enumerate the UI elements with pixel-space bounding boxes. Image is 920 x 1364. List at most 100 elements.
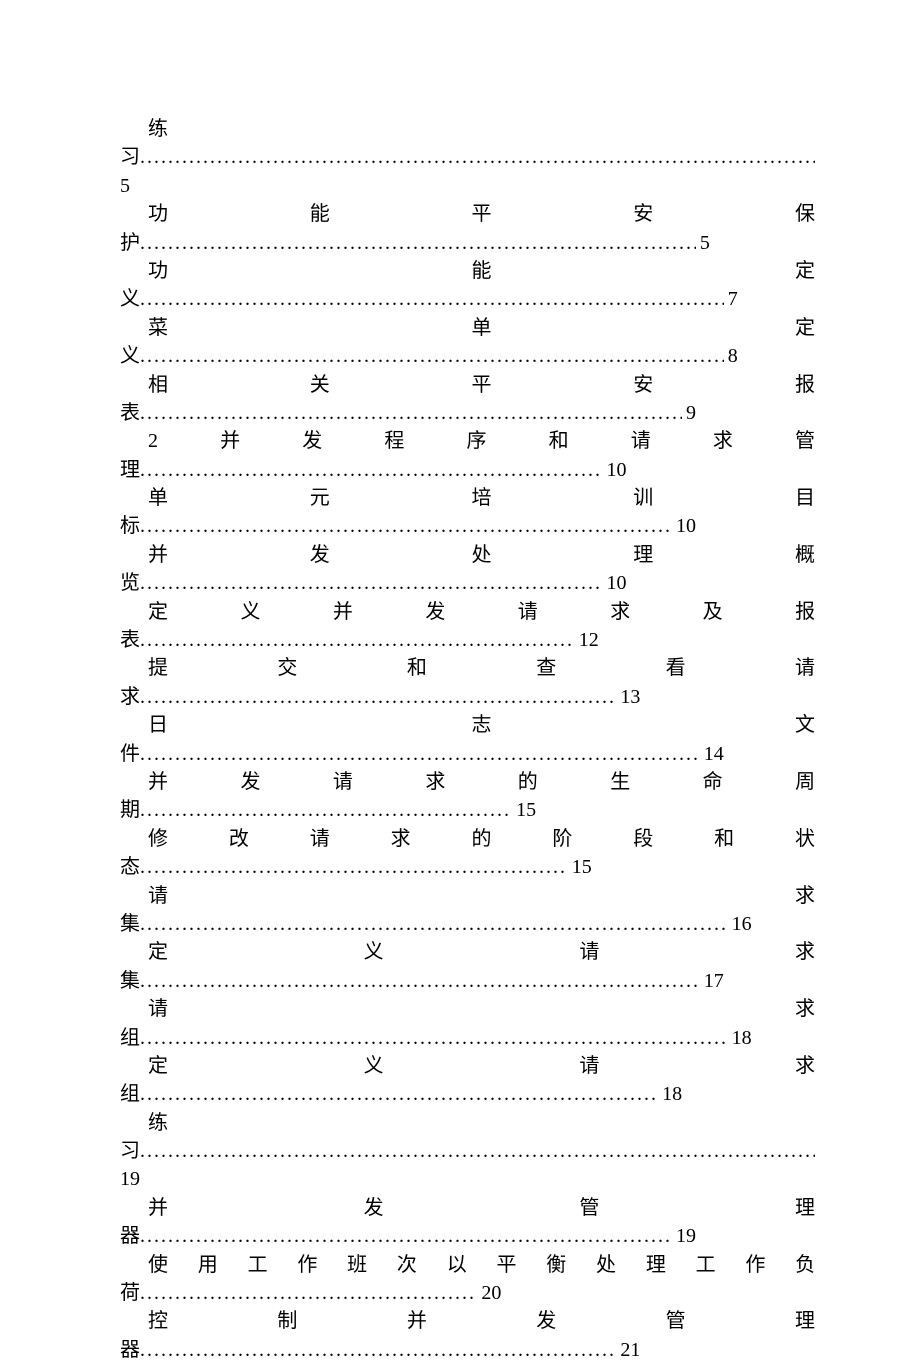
toc-char: 发: [302, 430, 384, 452]
toc-leader-wrap: ........................................…: [140, 342, 738, 370]
toc-entry-leader: 器 ......................................…: [120, 1336, 815, 1364]
toc-tail-char: 义: [120, 285, 140, 313]
toc-leader-wrap: ........................................…: [140, 967, 724, 995]
toc-char: 义: [364, 941, 580, 963]
toc-entry-title: 练: [120, 1109, 815, 1137]
toc-char: 发: [240, 771, 332, 793]
toc-char: 求: [425, 771, 517, 793]
toc-page-number: 20: [477, 1279, 501, 1307]
toc-entry-title: 并发管理: [120, 1194, 815, 1222]
toc-char: 发: [536, 1310, 665, 1332]
toc-tail-char: 集: [120, 910, 140, 938]
toc-char: 发: [310, 544, 472, 566]
toc-entry-leader: 组 ......................................…: [120, 1080, 815, 1108]
toc-char: 定: [795, 317, 815, 339]
toc-entry-title: 定义请求: [120, 1052, 815, 1080]
toc-page-number: 10: [672, 512, 696, 540]
toc-char: 次: [397, 1254, 447, 1276]
toc-page-number: 13: [616, 683, 640, 711]
toc-leader-wrap: ........................................…: [140, 1279, 501, 1307]
toc-page-number: 12: [575, 626, 599, 654]
toc-char: 和: [714, 828, 795, 850]
toc-page-number: 7: [724, 285, 738, 313]
toc-tail-char: 览: [120, 569, 140, 597]
toc-char: 衡: [546, 1254, 596, 1276]
toc-dots: ........................................…: [140, 285, 724, 313]
toc-char: 并: [158, 430, 302, 452]
toc-char: 理: [633, 544, 795, 566]
toc-dots: ........................................…: [140, 1336, 616, 1364]
toc-page-number-line: 19: [120, 1165, 815, 1193]
toc-leader-wrap: ........................................…: [140, 1080, 682, 1108]
toc-tail-char: 求: [120, 683, 140, 711]
toc-page-number: 17: [700, 967, 724, 995]
toc-char: 修: [148, 828, 229, 850]
toc-entry-title: 菜单定: [120, 314, 815, 342]
toc-page-number: 19: [672, 1222, 696, 1250]
toc-entry-title: 相关平安报: [120, 371, 815, 399]
toc-entry-leader: 态 ......................................…: [120, 853, 815, 881]
toc-char: 求: [610, 601, 702, 623]
toc-tail-char: 习: [120, 1137, 140, 1165]
toc-char: 培: [472, 487, 634, 509]
toc-char: 程: [384, 430, 466, 452]
toc-char: 的: [518, 771, 610, 793]
toc-char: 工: [248, 1254, 298, 1276]
toc-char: 报: [795, 374, 815, 396]
toc-char: 理: [646, 1254, 696, 1276]
toc-tail-char: 表: [120, 399, 140, 427]
toc-char: 序: [467, 430, 549, 452]
toc-char: 段: [633, 828, 714, 850]
toc-char: 定: [148, 941, 364, 963]
toc-page-number: 18: [658, 1080, 682, 1108]
toc-leader-wrap: ........................................…: [140, 229, 710, 257]
document-page: 练习 .....................................…: [0, 0, 920, 1302]
toc-dots: ........................................…: [140, 796, 512, 824]
toc-page-number-line: 5: [120, 172, 815, 200]
toc-entry-leader: 求 ......................................…: [120, 683, 815, 711]
toc-char: 请: [631, 430, 713, 452]
toc-char: 命: [703, 771, 795, 793]
toc-tail-char: 组: [120, 1080, 140, 1108]
toc-char: 菜: [148, 317, 472, 339]
toc-entry-title: 使用工作班次以平衡处理工作负: [120, 1251, 815, 1279]
toc-entry-title: 练: [120, 115, 815, 143]
toc-char: 元: [310, 487, 472, 509]
toc-char: 发: [425, 601, 517, 623]
toc-char: 班: [347, 1254, 397, 1276]
toc-entry-title: 请求: [120, 995, 815, 1023]
toc-char: 关: [310, 374, 472, 396]
toc-dots: ........................................…: [140, 626, 575, 654]
toc-char: 请: [148, 998, 795, 1020]
toc-entry-leader: 标 ......................................…: [120, 512, 815, 540]
toc-char: 制: [277, 1310, 406, 1332]
toc-dots: ........................................…: [140, 512, 672, 540]
toc-dots: ........................................…: [140, 967, 700, 995]
toc-char: 概: [795, 544, 815, 566]
toc-dots: ........................................…: [140, 1080, 658, 1108]
toc-entry-leader: 表 ......................................…: [120, 399, 815, 427]
toc-tail-char: 件: [120, 740, 140, 768]
toc-char: 并: [148, 544, 310, 566]
toc-char: 求: [391, 828, 472, 850]
toc-page-number: 16: [728, 910, 752, 938]
toc-page-number: 10: [603, 569, 627, 597]
toc-tail-char: 器: [120, 1336, 140, 1364]
toc-entry-title: 并发请求的生命周: [120, 768, 815, 796]
toc-dots: ........................................…: [140, 342, 724, 370]
toc-leader-wrap: ........................................…: [140, 1222, 696, 1250]
toc-char: 用: [198, 1254, 248, 1276]
toc-char: 义: [364, 1055, 580, 1077]
toc-char: 工: [696, 1254, 746, 1276]
toc-char: 负: [795, 1254, 815, 1276]
toc-entry-title: 并发处理概: [120, 541, 815, 569]
toc-char: 2: [148, 430, 158, 452]
toc-char: 文: [795, 714, 815, 736]
toc-char: 相: [148, 374, 310, 396]
toc-entry-title: 提交和查看请: [120, 654, 815, 682]
toc-entry-leader: 理 ......................................…: [120, 456, 815, 484]
toc-leader-wrap: ........................................…: [140, 512, 696, 540]
toc-leader-wrap: ........................................…: [140, 740, 724, 768]
toc-tail-char: 标: [120, 512, 140, 540]
toc-char: 以: [447, 1254, 497, 1276]
